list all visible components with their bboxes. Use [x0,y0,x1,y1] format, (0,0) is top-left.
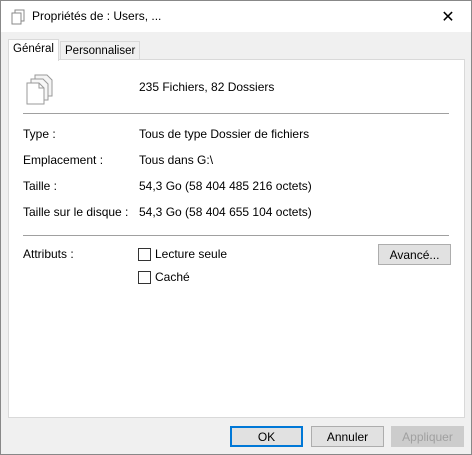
hidden-checkbox[interactable]: Caché [138,270,190,284]
size-value: 54,3 Go (58 404 485 216 octets) [139,179,312,193]
type-label: Type : [23,127,56,141]
close-button[interactable]: ✕ [425,1,471,32]
properties-dialog: Propriétés de : Users, ... ✕ Général Per… [0,0,472,455]
cancel-button-label: Annuler [326,429,369,444]
apply-button[interactable]: Appliquer [391,426,464,447]
ok-button-label: OK [257,429,276,444]
files-icon [11,9,25,25]
type-value: Tous de type Dossier de fichiers [139,127,310,141]
cancel-button[interactable]: Annuler [311,426,384,447]
ok-button[interactable]: OK [230,426,303,447]
size-on-disk-label: Taille sur le disque : [23,205,129,219]
multiple-files-icon [26,74,53,105]
location-value: Tous dans G:\ [139,153,214,167]
size-label: Taille : [23,179,58,193]
close-icon: ✕ [441,8,455,26]
window-title: Propriétés de : Users, ... [32,9,162,23]
tab-general-label: Général [13,43,54,55]
advanced-button[interactable]: Avancé... [378,244,451,265]
size-on-disk-value: 54,3 Go (58 404 655 104 octets) [139,205,312,219]
tab-customize[interactable]: Personnaliser [60,41,141,61]
title-bar: Propriétés de : Users, ... ✕ [1,1,471,32]
content-summary: 235 Fichiers, 82 Dossiers [139,80,275,94]
tab-general[interactable]: Général [8,39,59,61]
apply-button-label: Appliquer [402,429,453,444]
attributes-label: Attributs : [23,247,74,261]
tab-customize-label: Personnaliser [65,45,136,57]
hidden-label: Caché [155,270,190,284]
location-label: Emplacement : [23,153,104,167]
advanced-button-label: Avancé... [389,247,440,262]
readonly-label: Lecture seule [155,247,228,261]
checkbox-box[interactable] [138,270,151,284]
readonly-checkbox[interactable]: Lecture seule [138,247,227,261]
separator [23,113,449,114]
general-panel: 235 Fichiers, 82 Dossiers Type : Tous de… [8,59,465,418]
checkbox-box[interactable] [138,247,151,261]
separator [23,235,449,236]
